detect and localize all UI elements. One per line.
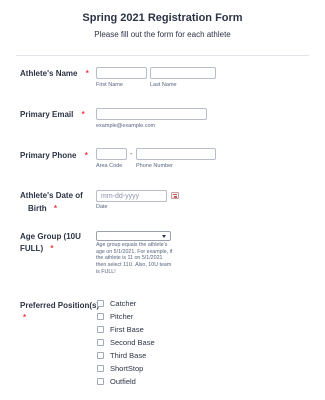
checkbox[interactable]	[97, 339, 104, 346]
checkbox[interactable]	[97, 300, 104, 307]
dob-label-line1: Athlete's Date of	[20, 191, 83, 200]
checkbox[interactable]	[97, 326, 104, 333]
position-option-label: Catcher	[110, 299, 137, 308]
form-title: Spring 2021 Registration Form	[82, 12, 243, 24]
form-subtitle: Please fill out the form for each athlet…	[94, 30, 231, 39]
age-group-select[interactable]	[96, 231, 171, 241]
chevron-down-icon	[162, 235, 166, 238]
required-asterisk: *	[50, 244, 54, 253]
position-option-label: Pitcher	[110, 312, 134, 321]
form-header: Spring 2021 Registration Form Please fil…	[0, 0, 325, 56]
position-option-label: ShortStop	[110, 364, 144, 373]
email-sublabel: example@example.com	[96, 123, 156, 129]
checkbox[interactable]	[97, 352, 104, 359]
required-asterisk: *	[81, 110, 85, 119]
phone-number-sublabel: Phone Number	[136, 163, 173, 169]
primary-email-label-text: Primary Email	[20, 110, 74, 119]
athlete-name-label-text: Athlete's Name	[20, 69, 78, 78]
checkbox[interactable]	[97, 313, 104, 320]
position-option-label: Third Base	[110, 351, 147, 360]
dob-sublabel: Date	[96, 204, 108, 210]
phone-separator: -	[130, 149, 133, 158]
primary-phone-label-text: Primary Phone	[20, 151, 77, 160]
positions-label-text: Preferred Position(s)	[20, 301, 100, 310]
primary-phone-label: Primary Phone *	[20, 150, 88, 162]
area-code-input[interactable]	[96, 148, 127, 160]
dob-label-line2: Birth	[28, 204, 47, 213]
area-code-sublabel: Area Code	[96, 163, 123, 169]
first-name-sublabel: First Name	[96, 82, 123, 88]
calendar-icon[interactable]	[171, 192, 179, 199]
required-asterisk: *	[85, 69, 89, 78]
athlete-name-label: Athlete's Name *	[20, 68, 89, 80]
dob-label: Athlete's Date of Birth *	[20, 190, 83, 215]
required-asterisk: *	[84, 151, 88, 160]
age-group-help-text: Age group equals the athlete's age on 5/…	[96, 242, 173, 275]
age-group-label-line2: FULL)	[20, 244, 44, 253]
age-group-label-line1: Age Group (10U	[20, 232, 81, 241]
header-divider	[16, 55, 309, 56]
positions-label: Preferred Position(s) *	[20, 300, 99, 324]
position-option-label: Second Base	[110, 338, 155, 347]
last-name-sublabel: Last Name	[150, 82, 177, 88]
position-option-label: First Base	[110, 325, 144, 334]
required-asterisk: *	[53, 204, 58, 213]
checkbox[interactable]	[97, 378, 104, 385]
last-name-input[interactable]	[150, 67, 216, 79]
checkbox[interactable]	[97, 365, 104, 372]
dob-input[interactable]: mm-dd-yyyy	[96, 190, 167, 202]
phone-number-input[interactable]	[136, 148, 216, 160]
primary-email-label: Primary Email *	[20, 109, 85, 121]
email-input[interactable]	[96, 108, 207, 120]
dob-placeholder: mm-dd-yyyy	[101, 193, 140, 200]
position-option-label: Outfield	[110, 377, 136, 386]
age-group-label: Age Group (10U FULL) *	[20, 231, 81, 255]
first-name-input[interactable]	[96, 67, 147, 79]
required-asterisk: *	[23, 313, 27, 322]
